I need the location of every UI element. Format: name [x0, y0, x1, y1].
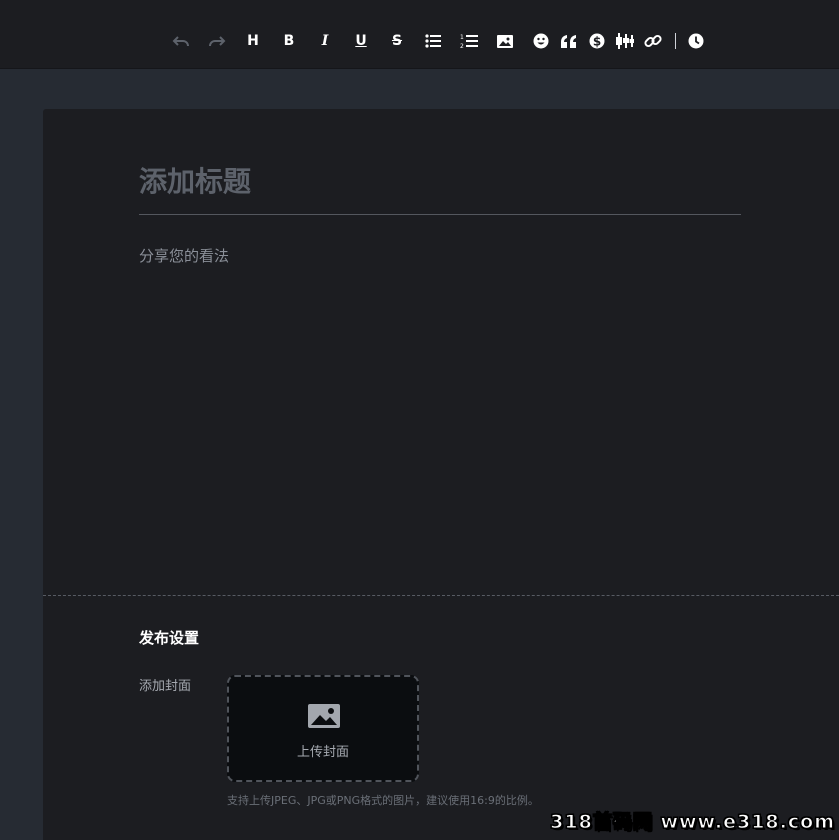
- svg-text:$: $: [593, 35, 601, 49]
- currency-button[interactable]: $: [586, 30, 608, 52]
- bold-icon: B: [283, 33, 295, 49]
- heading-button[interactable]: H: [242, 30, 264, 52]
- dollar-icon: $: [589, 33, 605, 49]
- italic-button[interactable]: I: [314, 30, 336, 52]
- bullet-list-icon: [425, 34, 441, 48]
- editor-toolbar: H B I U S 12 $: [0, 0, 839, 69]
- cover-upload-button[interactable]: 上传封面: [227, 675, 419, 782]
- stock-chart-button[interactable]: [614, 30, 636, 52]
- history-button[interactable]: [685, 30, 707, 52]
- strikethrough-button[interactable]: S: [386, 30, 408, 52]
- cover-label: 添加封面: [139, 679, 192, 694]
- title-input[interactable]: [139, 149, 741, 215]
- strikethrough-icon: S: [391, 33, 403, 49]
- candlestick-icon: [616, 33, 634, 49]
- numbered-list-icon: 12: [460, 34, 478, 49]
- underline-icon: U: [355, 33, 367, 49]
- redo-button[interactable]: [206, 30, 228, 52]
- svg-text:2: 2: [460, 43, 464, 49]
- numbered-list-button[interactable]: 12: [458, 30, 480, 52]
- bold-button[interactable]: B: [278, 30, 300, 52]
- underline-button[interactable]: U: [350, 30, 372, 52]
- heading-icon: H: [247, 33, 259, 49]
- cover-hint-text: 支持上传JPEG、JPG或PNG格式的图片，建议使用16:9的比例。: [227, 794, 539, 807]
- undo-button[interactable]: [170, 30, 192, 52]
- emoji-icon: [533, 33, 549, 49]
- publish-settings-title: 发布设置: [139, 629, 200, 647]
- undo-icon: [172, 36, 189, 47]
- image-placeholder-icon: [308, 704, 340, 728]
- quote-button[interactable]: [558, 30, 580, 52]
- watermark-text: 318首码网 www.e318.com: [550, 811, 835, 834]
- editor-panel: 发布设置 添加封面 上传封面 支持上传JPEG、JPG或PNG格式的图片，建议使…: [43, 109, 839, 840]
- italic-icon: I: [321, 33, 329, 49]
- image-icon: [497, 34, 513, 48]
- svg-text:1: 1: [460, 34, 464, 41]
- link-icon: [644, 34, 662, 48]
- content-input[interactable]: [139, 241, 741, 541]
- insert-link-button[interactable]: [642, 30, 664, 52]
- bullet-list-button[interactable]: [422, 30, 444, 52]
- quote-icon: [561, 34, 576, 48]
- toolbar-separator: [675, 33, 676, 49]
- emoji-button[interactable]: [530, 30, 552, 52]
- upload-cover-label: 上传封面: [296, 745, 349, 760]
- clock-icon: [688, 33, 704, 49]
- redo-icon: [209, 36, 226, 47]
- section-divider: [43, 595, 839, 596]
- insert-image-button[interactable]: [494, 30, 516, 52]
